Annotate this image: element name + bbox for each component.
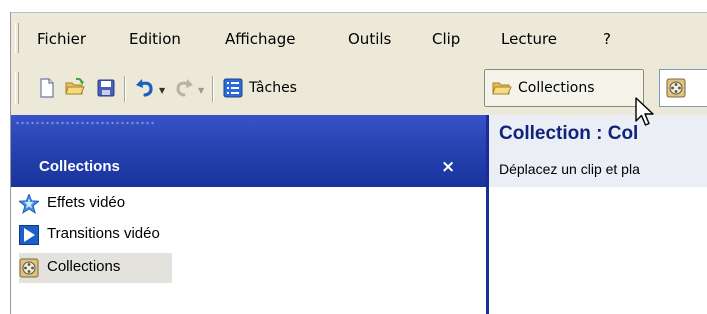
- menu-affichage[interactable]: Affichage: [225, 30, 295, 48]
- pane-header: Collections ×: [11, 115, 486, 187]
- toolbar-grip[interactable]: [15, 72, 19, 104]
- tasks-label[interactable]: Tâches: [249, 80, 297, 96]
- app-window: Fichier Edition Affichage Outils Clip Le…: [10, 12, 707, 314]
- toolbar-separator: [212, 76, 214, 102]
- content-pane: Collection : Col Déplacez un clip et pla: [489, 115, 707, 314]
- menu-grip[interactable]: [15, 23, 19, 53]
- tree-item-effets[interactable]: Effets vidéo: [19, 192, 179, 216]
- new-document-icon[interactable]: [37, 78, 57, 98]
- task-list-icon[interactable]: [223, 78, 243, 98]
- menu-fichier[interactable]: Fichier: [37, 30, 86, 48]
- pane-title: Collections: [39, 158, 120, 175]
- open-folder-icon[interactable]: [65, 77, 85, 97]
- tree-item-label: Collections: [47, 258, 121, 275]
- menu-help[interactable]: ?: [603, 30, 611, 48]
- menu-bar: Fichier Edition Affichage Outils Clip Le…: [11, 13, 707, 61]
- redo-arrow-icon: [176, 79, 193, 97]
- content-header: Collection : Col Déplacez un clip et pla: [489, 115, 707, 187]
- transition-icon: [19, 225, 39, 245]
- undo-dropdown-icon[interactable]: ▼: [159, 86, 165, 95]
- toolbar-separator: [124, 76, 126, 102]
- menu-outils[interactable]: Outils: [348, 30, 391, 48]
- redo-dropdown-icon: ▼: [198, 86, 205, 95]
- menu-edition[interactable]: Edition: [129, 30, 181, 48]
- collections-button[interactable]: Collections: [484, 69, 644, 107]
- close-icon[interactable]: ×: [441, 157, 455, 177]
- toolbar: ▼ ▼ Tâches Collections: [11, 63, 707, 115]
- collection-combobox[interactable]: [659, 69, 707, 107]
- collections-button-label: Collections: [518, 80, 595, 96]
- menu-lecture[interactable]: Lecture: [501, 30, 557, 48]
- collection-folder-icon: [492, 82, 512, 95]
- tree-item-label: Transitions vidéo: [47, 225, 160, 242]
- tree-item-transitions[interactable]: Transitions vidéo: [19, 223, 239, 247]
- pane-header-grip: [15, 121, 155, 125]
- menu-clip[interactable]: Clip: [432, 30, 460, 48]
- star-effects-icon: [19, 194, 39, 214]
- mouse-cursor-icon: [635, 97, 654, 126]
- content-instructions: Déplacez un clip et pla: [499, 161, 640, 177]
- undo-arrow-icon[interactable]: [135, 78, 155, 98]
- collections-pane: Collections × Effets vidéo Transitions v…: [11, 115, 489, 314]
- save-disk-icon[interactable]: [96, 78, 116, 98]
- tree-item-collections[interactable]: Collections: [19, 253, 172, 283]
- film-reel-icon: [19, 258, 39, 278]
- tree-item-label: Effets vidéo: [47, 194, 126, 211]
- content-title: Collection : Col: [499, 123, 639, 144]
- film-reel-icon: [666, 78, 686, 98]
